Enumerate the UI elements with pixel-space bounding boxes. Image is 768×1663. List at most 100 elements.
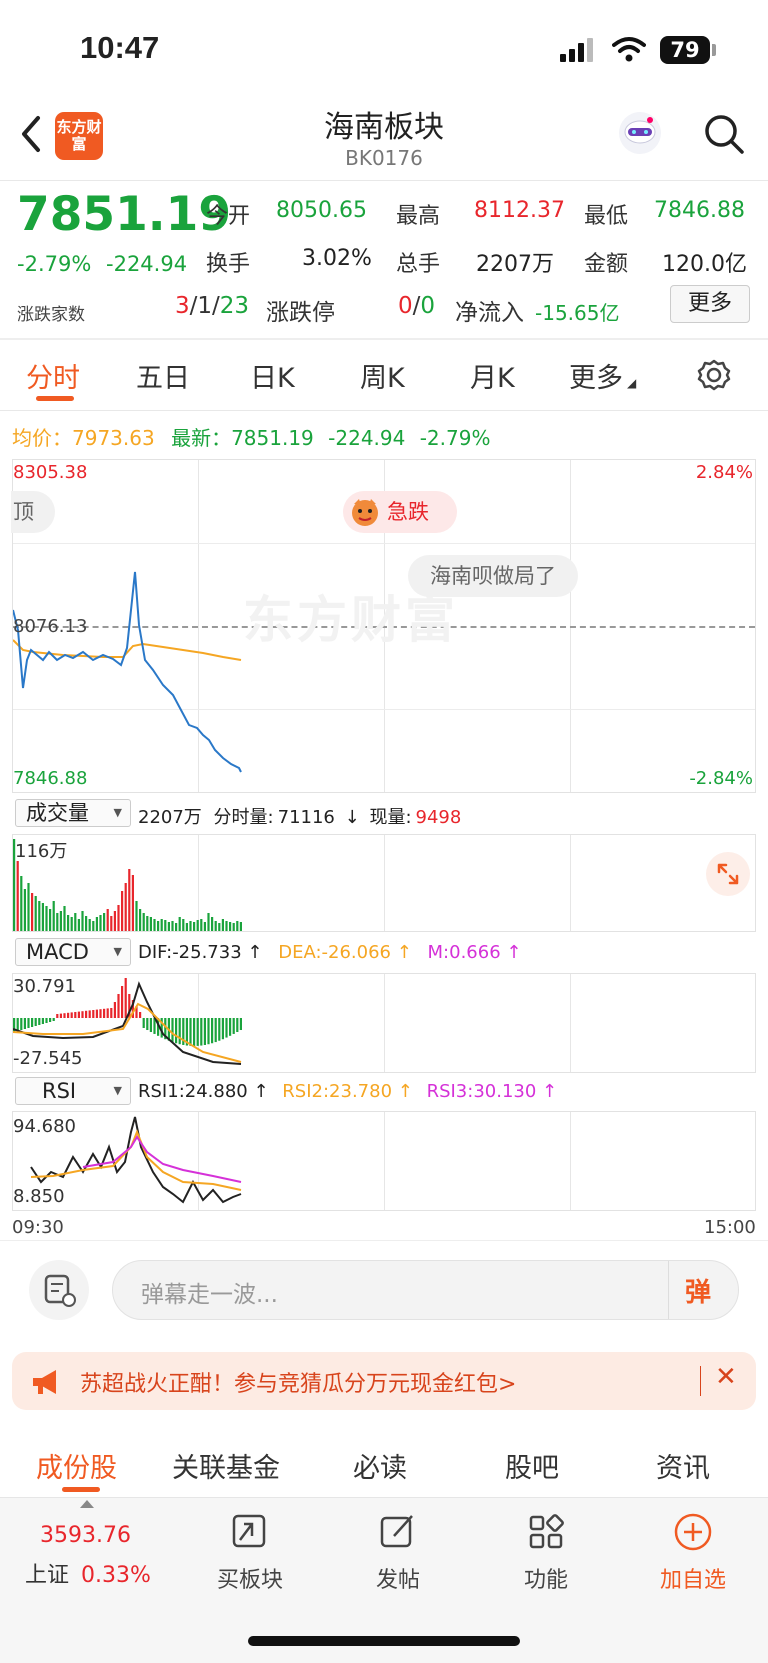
macd-bar	[229, 1018, 232, 1036]
volume-chart[interactable]: 116万	[12, 834, 756, 932]
volume-indicator-select[interactable]: 成交量 ▼	[15, 799, 131, 827]
tab-news[interactable]: 资讯	[656, 1446, 710, 1485]
tab-daily-k[interactable]: 日K	[250, 356, 295, 395]
volume-bar	[67, 915, 70, 931]
status-bar: 10:47 79	[0, 0, 768, 100]
post-button[interactable]: 发帖	[328, 1510, 468, 1594]
volume-bar	[85, 916, 88, 931]
macd-bar	[106, 1008, 109, 1018]
volume-value: 2207万	[476, 252, 554, 277]
macd-bar	[193, 1018, 196, 1046]
volume-bar	[157, 921, 160, 931]
danmu-settings-icon[interactable]	[29, 1260, 89, 1320]
rsi-chart[interactable]: 94.680 8.850	[12, 1111, 756, 1211]
danmu-send-button[interactable]: 弹	[685, 1272, 711, 1309]
volume-bar	[56, 913, 59, 931]
tab-components[interactable]: 成份股	[36, 1446, 117, 1485]
volume-bar	[153, 919, 156, 931]
breadth-values: 3/1/23	[175, 293, 250, 319]
current-price: 7851.19	[17, 187, 232, 242]
promo-banner[interactable]: 苏超战火正酣！参与竞猜瓜分万元现金红包> ✕	[12, 1352, 756, 1410]
nav-header: 东方财富 海南板块 BK0176	[0, 100, 768, 180]
y-axis-top: 8305.38	[13, 462, 88, 483]
volume-bar	[16, 861, 19, 931]
index-name[interactable]: 上证 0.33%	[25, 1557, 151, 1589]
tab-weekly-k[interactable]: 周K	[360, 356, 405, 395]
volume-bar	[27, 883, 30, 931]
volume-bar	[200, 919, 203, 931]
volume-bar	[99, 915, 102, 931]
macd-bar	[16, 1018, 19, 1031]
pct-axis-bottom: -2.84%	[689, 768, 753, 789]
close-icon[interactable]: ✕	[715, 1362, 737, 1392]
volume-bar	[110, 916, 113, 931]
volume-bar	[52, 901, 55, 931]
price-chart[interactable]: 东方财富 8305.38 8076.13 7846.88 2.84% -2.84…	[11, 459, 756, 793]
volume-bar	[203, 922, 206, 931]
tab-more[interactable]: 更多 ◢	[569, 356, 636, 395]
high-label: 最高	[396, 204, 441, 229]
tab-related-funds[interactable]: 关联基金	[172, 1446, 280, 1485]
macd-bar	[56, 1014, 59, 1018]
macd-bar	[113, 1002, 116, 1018]
rsi-indicator-select[interactable]: RSI ▼	[15, 1077, 131, 1105]
macd-bar	[214, 1018, 217, 1043]
search-icon[interactable]	[702, 112, 746, 156]
chevron-down-icon: ▼	[113, 1084, 122, 1097]
macd-bar	[95, 1009, 98, 1018]
battery-icon: 79	[660, 36, 710, 64]
volume-bar	[92, 921, 95, 931]
macd-indicator-select[interactable]: MACD ▼	[15, 938, 131, 966]
macd-chart[interactable]: 30.791 -27.545	[12, 973, 756, 1073]
macd-y-bottom: -27.545	[13, 1048, 83, 1069]
danmu-input[interactable]: 弹幕走一波... 弹	[112, 1260, 739, 1320]
net-inflow-label: 净流入	[455, 300, 524, 326]
sharp-drop-alert[interactable]: 急跌	[343, 491, 457, 533]
volume-bar	[77, 919, 80, 931]
more-quote-button[interactable]: 更多	[670, 285, 750, 323]
settings-gear-icon[interactable]	[697, 358, 731, 392]
chevron-down-icon: ▼	[113, 945, 122, 958]
net-inflow-value: -15.65亿	[535, 301, 620, 325]
amount-label: 金额	[584, 252, 629, 277]
volume-bar	[31, 893, 34, 931]
expand-icon[interactable]	[706, 852, 750, 896]
volume-bar	[211, 917, 214, 931]
macd-bar	[117, 994, 120, 1018]
volume-bar	[189, 921, 192, 931]
assistant-robot-icon[interactable]	[617, 110, 663, 156]
low-label: 最低	[584, 204, 629, 229]
volume-bar	[139, 909, 142, 931]
tab-forum[interactable]: 股吧	[505, 1446, 559, 1485]
macd-bar	[103, 1008, 106, 1018]
chevron-down-icon: ▼	[113, 806, 122, 819]
macd-bar	[239, 1018, 242, 1031]
volume-bar	[23, 889, 26, 931]
macd-bar	[70, 1012, 73, 1018]
volume-bar	[175, 923, 178, 931]
volume-bar	[38, 901, 41, 931]
volume-y-max: 116万	[15, 841, 68, 862]
macd-bar	[207, 1018, 210, 1045]
volume-bar	[121, 891, 124, 931]
tab-intraday[interactable]: 分时	[26, 356, 80, 395]
rsi-y-bottom: 8.850	[13, 1186, 65, 1207]
tab-must-read[interactable]: 必读	[353, 1446, 407, 1485]
volume-bar	[196, 920, 199, 931]
buy-sector-icon	[232, 1514, 266, 1548]
buy-sector-button[interactable]: 买板块	[180, 1510, 320, 1594]
macd-y-top: 30.791	[13, 976, 76, 997]
macd-bar	[52, 1018, 55, 1021]
add-watchlist-button[interactable]: 加自选	[623, 1510, 763, 1594]
volume-bar	[63, 906, 66, 931]
macd-bar	[142, 1018, 145, 1028]
functions-button[interactable]: 功能	[476, 1510, 616, 1594]
index-value[interactable]: 3593.76	[40, 1523, 131, 1548]
tab-five-day[interactable]: 五日	[136, 356, 190, 395]
volume-bar	[171, 921, 174, 931]
macd-bar	[196, 1018, 199, 1046]
macd-bar	[63, 1013, 66, 1018]
promo-text: 苏超战火正酣！参与竞猜瓜分万元现金红包>	[80, 1372, 517, 1397]
tab-monthly-k[interactable]: 月K	[470, 356, 515, 395]
volume-bar	[20, 876, 23, 931]
